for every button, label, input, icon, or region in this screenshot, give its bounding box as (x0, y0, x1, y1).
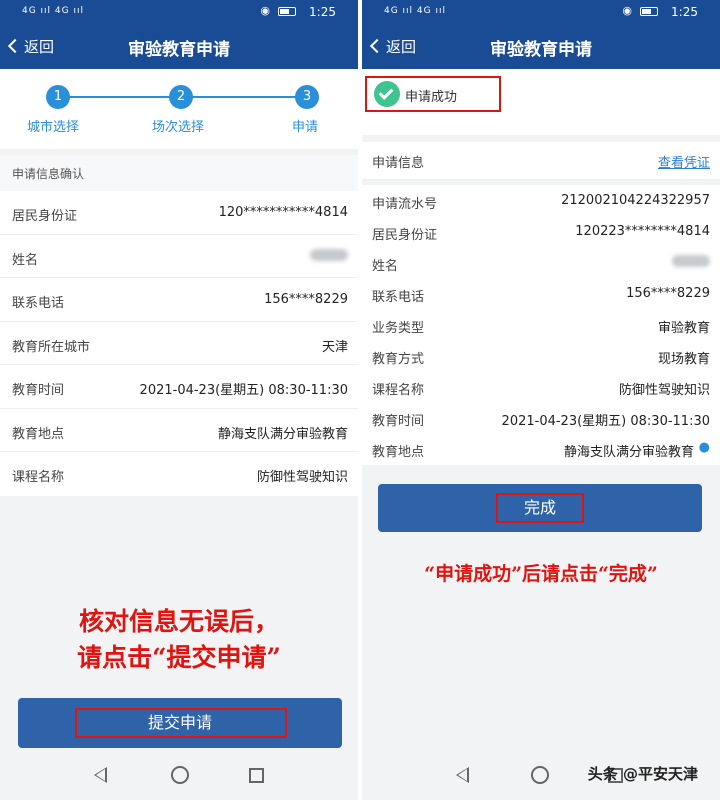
row-value-redacted (672, 255, 710, 271)
status-bar: 4G ııl 4G ııl ◉ 1:25 (362, 0, 720, 24)
row-value: 2021-04-23(星期五) 08:30-11:30 (501, 414, 710, 429)
signal-indicator: 4G ııl 4G ııl (22, 6, 84, 16)
watermark: 头条 @平安天津 (587, 765, 698, 783)
row-key: 教育所在城市 (12, 339, 91, 355)
row-value: 156****8229 (264, 292, 348, 307)
annotation-line-2: 请点击“提交申请” (77, 643, 281, 672)
row-value: 防御性驾驶知识 (618, 383, 710, 398)
highlight-box-submit (75, 708, 287, 738)
step-3-circle: 3 (295, 85, 319, 109)
step-2-circle: 2 (169, 85, 193, 109)
row-value: 防御性驾驶知识 (256, 470, 348, 485)
info-header-row: 申请信息 查看凭证 (362, 142, 720, 180)
row-key: 申请流水号 (372, 197, 438, 212)
info-row-time: 教育时间 2021-04-23(星期五) 08:30-11:30 (362, 402, 720, 433)
map-pin-icon[interactable]: ● (699, 440, 710, 455)
app-header: 4G ııl 4G ııl ◉ 1:25 返回 审验教育申请 (362, 0, 720, 69)
info-row-city: 教育所在城市 天津 (0, 322, 358, 365)
result-info-list: 申请流水号 212002104224322957 居民身份证 120223***… (362, 185, 720, 465)
info-row-id: 居民身份证 120***********4814 (0, 191, 358, 235)
row-value: 天津 (321, 339, 348, 355)
row-value: 156****8229 (626, 286, 710, 301)
location-icon: ◉ (260, 4, 270, 17)
status-bar: 4G ııl 4G ııl ◉ 1:25 (0, 0, 358, 24)
location-icon: ◉ (622, 4, 632, 17)
row-key: 课程名称 (12, 470, 65, 485)
annotation-note: 核对信息无误后， 请点击“提交申请” (0, 604, 358, 676)
annotation-note: “申请成功”后请点击“完成” (424, 563, 658, 585)
row-key: 教育时间 (372, 414, 425, 429)
row-key: 教育地点 (12, 426, 65, 442)
phone-screen-success: 4G ııl 4G ııl ◉ 1:25 返回 审验教育申请 申请成功 申请信息… (362, 0, 720, 800)
section-header: 申请信息确认 (0, 155, 358, 191)
nav-home-icon[interactable] (171, 766, 189, 784)
status-time: 1:25 (309, 5, 336, 19)
section-header-label: 申请信息确认 (12, 167, 85, 181)
nav-recent-icon[interactable] (249, 768, 264, 783)
info-row-course: 课程名称 防御性驾驶知识 (0, 452, 358, 496)
info-row-time: 教育时间 2021-04-23(星期五) 08:30-11:30 (0, 365, 358, 409)
info-row-location: 教育地点 静海支队满分审验教育 ● (362, 433, 720, 465)
row-value: 静海支队满分审验教育 (563, 445, 694, 460)
row-value: 2021-04-23(星期五) 08:30-11:30 (139, 383, 348, 398)
redaction-blur (672, 255, 710, 267)
highlight-box-done (496, 493, 584, 523)
page-title: 审验教育申请 (128, 40, 230, 60)
signal-indicator: 4G ııl 4G ııl (384, 6, 446, 16)
row-value: 现场教育 (657, 352, 710, 367)
row-key: 课程名称 (372, 383, 425, 398)
row-value: 212002104224322957 (561, 193, 710, 208)
info-row-course: 课程名称 防御性驾驶知识 (362, 371, 720, 402)
step-3-label: 申请 (292, 120, 319, 135)
battery-icon (278, 7, 296, 16)
row-key: 联系电话 (12, 296, 65, 311)
row-value: 120***********4814 (218, 205, 348, 220)
battery-icon (640, 7, 658, 16)
progress-stepper: 1 2 3 城市选择 场次选择 申请 (0, 69, 358, 149)
phone-screen-confirm: 4G ııl 4G ııl ◉ 1:25 返回 审验教育申请 1 2 3 城市选… (0, 0, 358, 800)
row-key: 教育方式 (372, 352, 425, 367)
nav-back-icon[interactable] (456, 767, 469, 783)
confirm-info-list: 居民身份证 120***********4814 姓名 联系电话 156****… (0, 191, 358, 496)
app-header: 4G ııl 4G ııl ◉ 1:25 返回 审验教育申请 (0, 0, 358, 69)
row-value: 审验教育 (657, 321, 710, 336)
row-key: 居民身份证 (12, 209, 78, 224)
row-key: 姓名 (372, 259, 399, 274)
view-voucher-link[interactable]: 查看凭证 (658, 152, 710, 171)
info-row-business-type: 业务类型 审验教育 (362, 309, 720, 340)
status-time: 1:25 (671, 5, 698, 19)
row-key: 业务类型 (372, 321, 425, 336)
info-row-phone: 联系电话 156****8229 (0, 278, 358, 322)
row-key: 教育时间 (12, 383, 65, 398)
info-row-name: 姓名 (362, 247, 720, 278)
info-header-label: 申请信息 (372, 156, 425, 171)
info-row-serial: 申请流水号 212002104224322957 (362, 185, 720, 216)
info-row-phone: 联系电话 156****8229 (362, 278, 720, 309)
step-1-label: 城市选择 (27, 120, 80, 135)
row-value: 静海支队满分审验教育 (217, 426, 348, 442)
page-title: 审验教育申请 (490, 40, 592, 60)
info-row-method: 教育方式 现场教育 (362, 340, 720, 371)
row-value-redacted (310, 248, 348, 265)
row-value: 120223********4814 (575, 224, 710, 239)
info-row-name: 姓名 (0, 235, 358, 278)
row-key: 姓名 (12, 252, 39, 268)
step-1-circle: 1 (46, 85, 70, 109)
info-row-id: 居民身份证 120223********4814 (362, 216, 720, 247)
row-key: 教育地点 (372, 445, 425, 460)
step-2-label: 场次选择 (152, 120, 205, 135)
row-key: 居民身份证 (372, 228, 438, 243)
annotation-line-1: 核对信息无误后， (78, 607, 279, 636)
info-row-location: 教育地点 静海支队满分审验教育 (0, 409, 358, 452)
nav-home-icon[interactable] (531, 766, 549, 784)
nav-back-icon[interactable] (94, 767, 107, 783)
row-key: 联系电话 (372, 290, 425, 305)
highlight-box-success (365, 76, 501, 112)
system-nav-bar (0, 754, 358, 800)
redaction-blur (310, 248, 348, 261)
